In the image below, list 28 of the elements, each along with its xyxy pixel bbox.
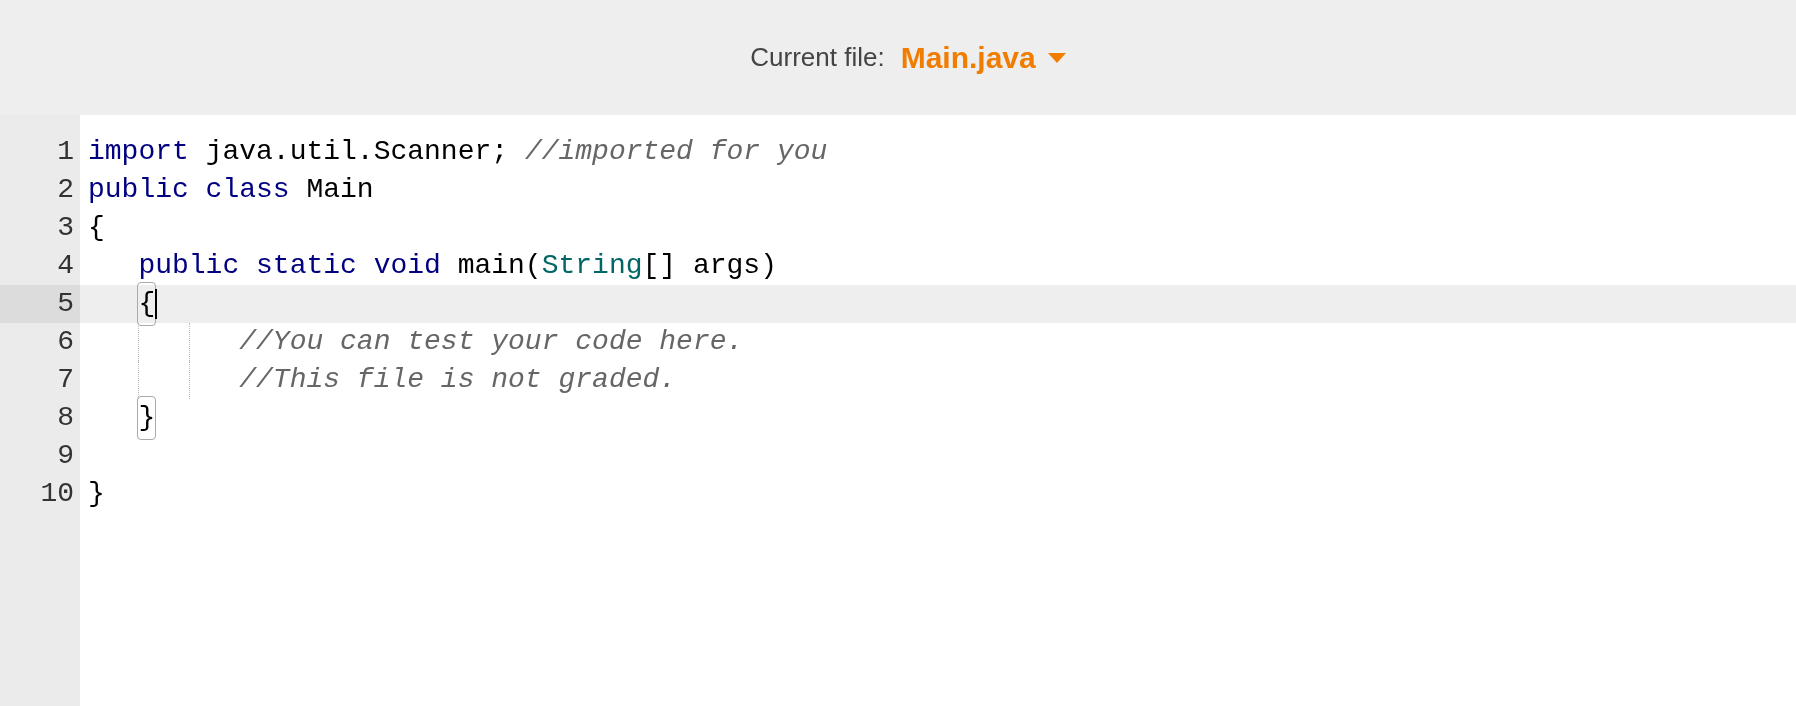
line-number: 3 bbox=[57, 211, 74, 245]
file-dropdown[interactable]: Main.java bbox=[900, 35, 1066, 80]
comment-text: //This file is not graded. bbox=[239, 363, 677, 397]
code-text: [] args) bbox=[642, 249, 777, 283]
line-number: 6 bbox=[57, 325, 74, 359]
line-number: 9 bbox=[57, 439, 74, 473]
current-file-label: Current file: bbox=[750, 41, 885, 74]
code-text: main( bbox=[456, 249, 542, 283]
line-number: 10 bbox=[40, 477, 74, 511]
line-number: 5 bbox=[57, 287, 74, 321]
keyword-text: public static void bbox=[138, 249, 441, 283]
matched-bracket: } bbox=[138, 397, 156, 439]
matched-bracket: { bbox=[138, 283, 156, 325]
code-text: { bbox=[88, 211, 105, 245]
line-number: 2 bbox=[57, 173, 74, 207]
line-number: 4 bbox=[57, 249, 74, 283]
line-number: 1 bbox=[57, 135, 74, 169]
line-number: 7 bbox=[57, 363, 74, 397]
code-text: Main bbox=[305, 173, 374, 207]
line-number: 8 bbox=[57, 401, 74, 435]
comment-text: //imported for you bbox=[524, 135, 828, 169]
caret-icon bbox=[1047, 52, 1066, 63]
type-text: String bbox=[541, 249, 643, 283]
code-text: } bbox=[88, 477, 105, 511]
comment-text: //You can test your code here. bbox=[239, 325, 744, 359]
code-text: java.util.Scanner; bbox=[204, 135, 510, 169]
keyword-text: public class bbox=[88, 173, 290, 207]
keyword-text: import bbox=[88, 135, 189, 169]
